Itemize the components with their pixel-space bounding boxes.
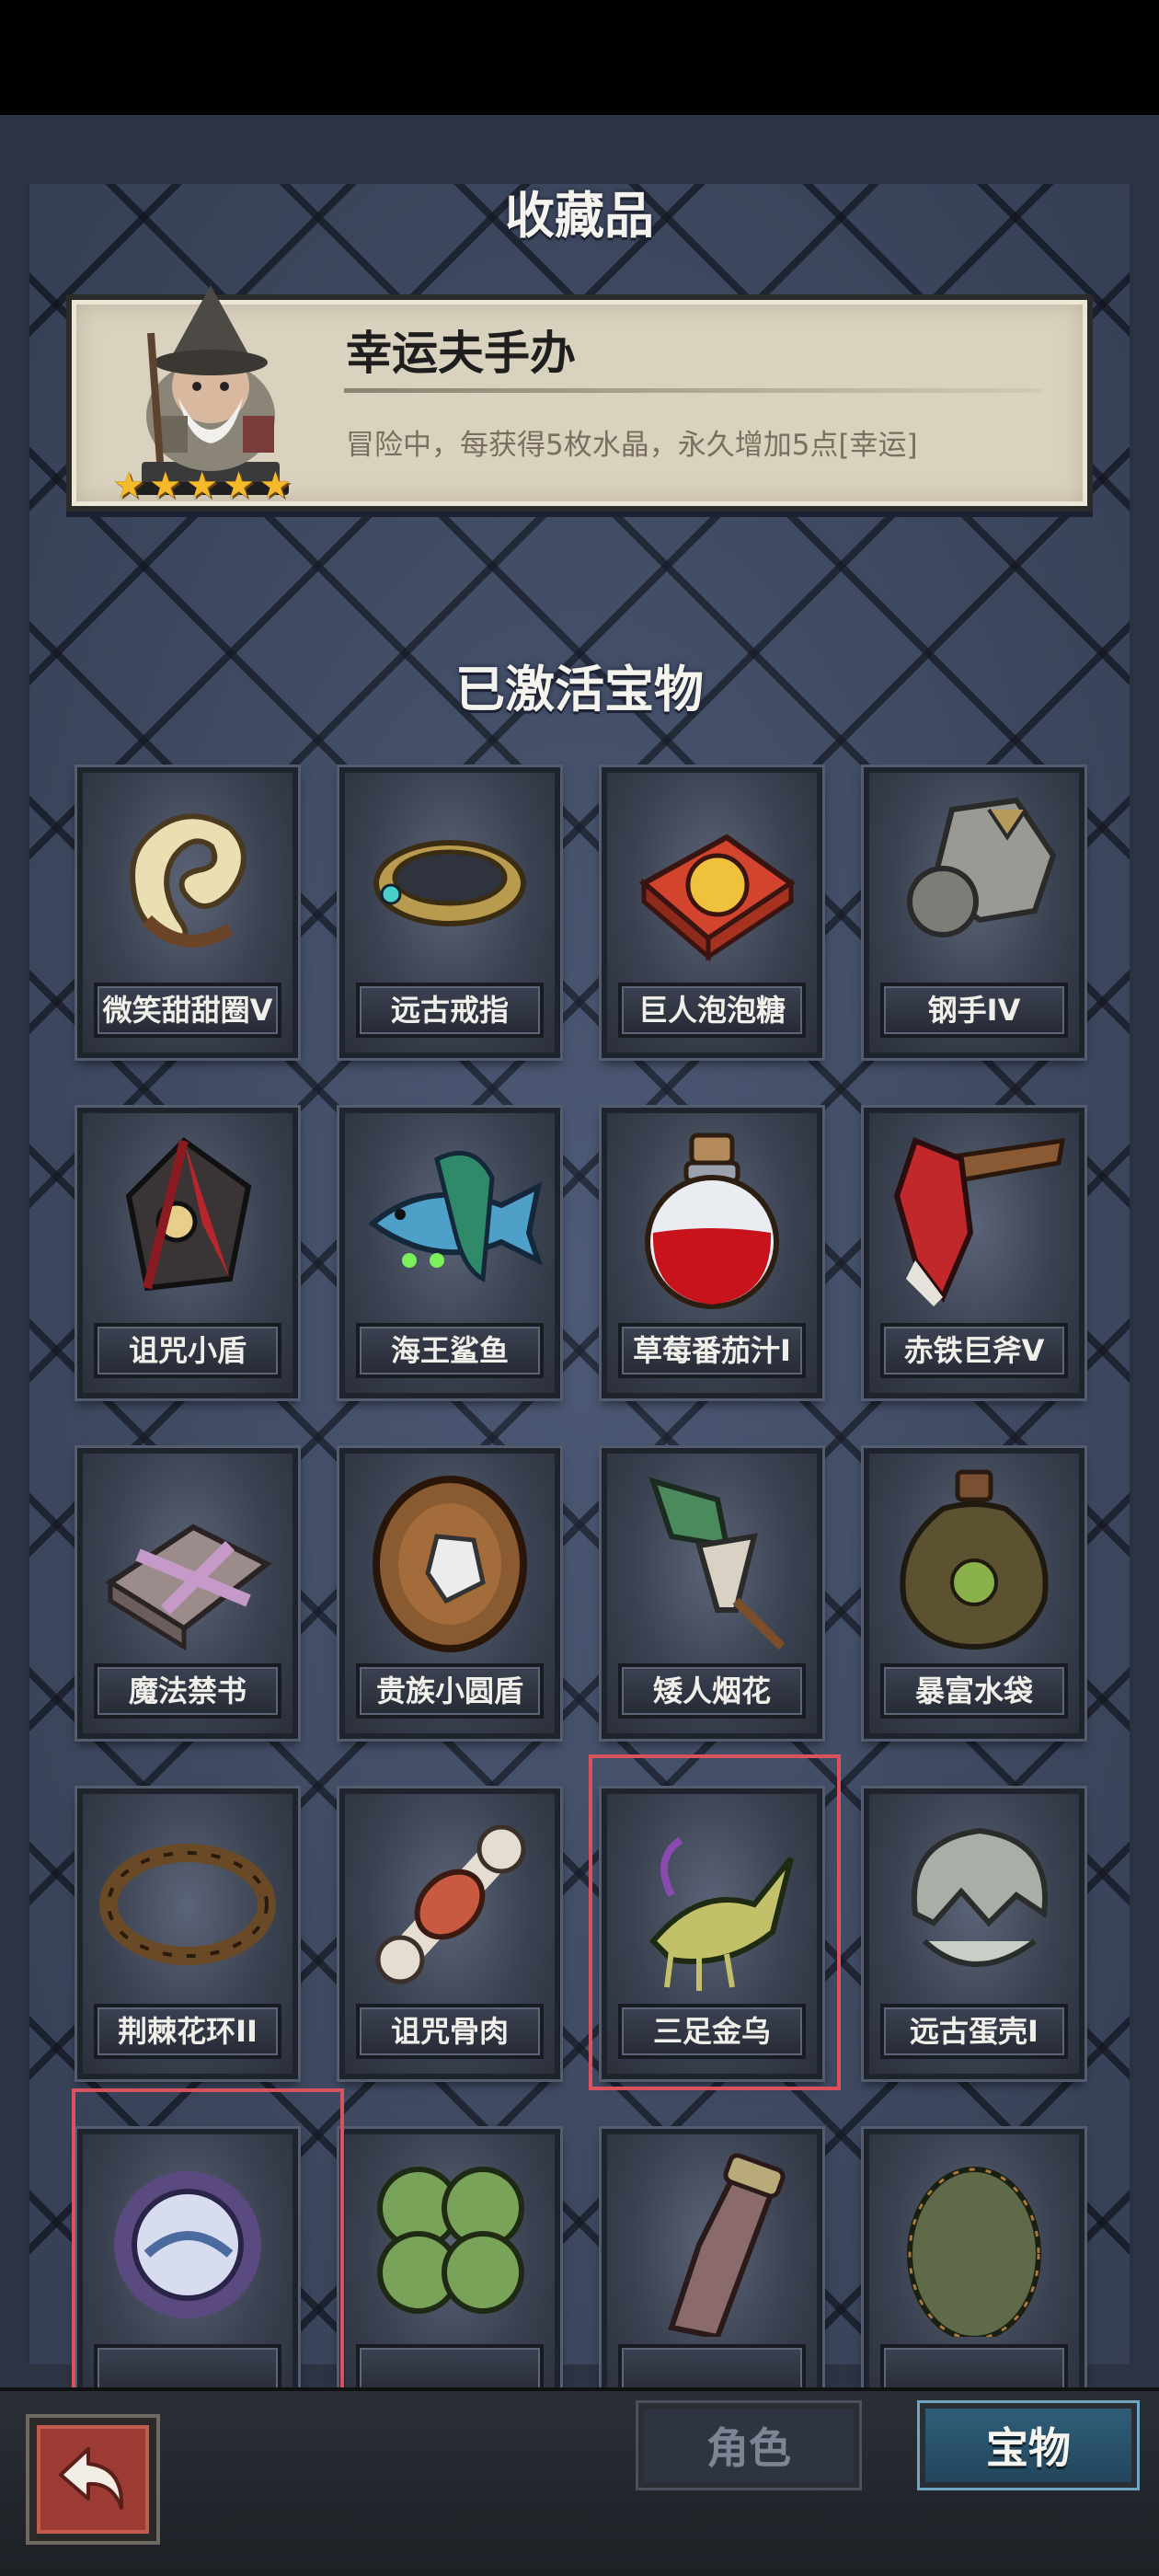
- treasure-label: 微笑甜甜圈V: [94, 983, 281, 1038]
- star-icon: ★: [148, 465, 182, 507]
- treasure-label: 赤铁巨斧V: [880, 1323, 1068, 1378]
- treasure-card[interactable]: 暴富水袋: [864, 1448, 1084, 1739]
- treasure-label: 暴富水袋: [880, 1663, 1068, 1719]
- crystal-orb-icon: [114, 2171, 261, 2318]
- star-icon: ★: [222, 465, 256, 507]
- gum-box-icon: [638, 834, 797, 962]
- treasure-label: 巨人泡泡糖: [618, 983, 806, 1038]
- treasure-label: 诅咒骨肉: [356, 2004, 544, 2059]
- treasure-card[interactable]: 荆棘花环II: [77, 1788, 298, 2079]
- golden-crow-icon: [648, 1836, 794, 1991]
- treasure-card[interactable]: 贵族小圆盾: [339, 1448, 560, 1739]
- treasure-card[interactable]: [339, 2129, 560, 2420]
- treasure-label: 三足金乌: [618, 2004, 806, 2059]
- back-arrow-icon: [59, 2447, 124, 2510]
- ring-icon: [373, 840, 526, 926]
- treasure-card[interactable]: 诅咒骨肉: [339, 1788, 560, 2079]
- treasure-card[interactable]: 草莓番茄汁I: [602, 1108, 822, 1398]
- donut-icon: [130, 813, 247, 948]
- star-icon: ★: [258, 465, 293, 507]
- bone-meat-icon: [375, 1824, 526, 1984]
- tab-role[interactable]: 角色: [638, 2403, 859, 2488]
- treasure-card[interactable]: [864, 2129, 1084, 2420]
- back-button[interactable]: [29, 2418, 156, 2541]
- page-title: 收藏品: [505, 187, 654, 245]
- treasure-label: 远古戒指: [356, 983, 544, 1038]
- treasure-label: 草莓番茄汁I: [618, 1323, 806, 1378]
- treasure-card[interactable]: 远古蛋壳I: [864, 1788, 1084, 2079]
- treasure-card[interactable]: 微笑甜甜圈V: [77, 767, 298, 1058]
- treasure-label: 远古蛋壳I: [880, 2004, 1068, 2059]
- rating-stars: ★ ★ ★ ★ ★: [112, 467, 292, 504]
- firework-icon: [648, 1477, 786, 1650]
- treasure-label: 贵族小圆盾: [356, 1663, 544, 1719]
- treasure-card[interactable]: 矮人烟花: [602, 1448, 822, 1739]
- steel-gauntlet-icon: [907, 797, 1057, 937]
- treasure-card[interactable]: 魔法禁书: [77, 1448, 298, 1739]
- round-shield-icon: [373, 1476, 527, 1652]
- shark-icon: [368, 1150, 544, 1282]
- treasure-card[interactable]: [77, 2129, 298, 2420]
- cursed-shield-icon: [125, 1137, 252, 1292]
- treasure-label: 钢手IV: [880, 983, 1068, 1038]
- treasure-label: 矮人烟花: [618, 1663, 806, 1719]
- featured-description: 冒险中，每获得5枚水晶，永久增加5点[幸运]: [346, 429, 918, 462]
- axe-icon: [893, 1137, 1066, 1306]
- treasure-card[interactable]: 远古戒指: [339, 767, 560, 1058]
- water-pouch-icon: [900, 1469, 1049, 1650]
- treasure-label: 诅咒小盾: [94, 1323, 281, 1378]
- screen: 收藏品 ★ ★ ★ ★ ★ 幸运夫手办 冒险中，每获得5枚水晶，永久增加5点[幸…: [0, 0, 1159, 2576]
- featured-collectible-card[interactable]: ★ ★ ★ ★ ★ 幸运夫手办 冒险中，每获得5枚水晶，永久增加5点[幸运]: [66, 285, 1093, 512]
- treasure-label: 海王鲨鱼: [356, 1323, 544, 1378]
- treasure-card[interactable]: 赤铁巨斧V: [864, 1108, 1084, 1398]
- treasure-card[interactable]: [602, 2129, 822, 2420]
- treasure-card[interactable]: 诅咒小盾: [77, 1108, 298, 1398]
- potion-flask-icon: [645, 1133, 779, 1309]
- star-icon: ★: [112, 465, 145, 507]
- tab-treasure[interactable]: 宝物: [920, 2403, 1137, 2488]
- treasure-label: 荆棘花环II: [94, 2004, 281, 2059]
- dragon-egg-icon: [907, 2167, 1041, 2337]
- clover-icon: [377, 2167, 524, 2314]
- active-treasures-title: 已激活宝物: [455, 661, 704, 719]
- featured-name: 幸运夫手办: [346, 327, 576, 380]
- treasure-label: 魔法禁书: [94, 1663, 281, 1719]
- eggshell-icon: [911, 1827, 1049, 1967]
- treasure-card[interactable]: 巨人泡泡糖: [602, 767, 822, 1058]
- treasure-card[interactable]: 海王鲨鱼: [339, 1108, 560, 1398]
- forbidden-book-icon: [105, 1524, 272, 1651]
- divider: [344, 388, 1043, 393]
- thorn-wreath-icon: [99, 1844, 276, 1965]
- treasure-card[interactable]: 三足金乌: [602, 1788, 822, 2079]
- treasure-card[interactable]: 钢手IV: [864, 767, 1084, 1058]
- star-icon: ★: [185, 465, 219, 507]
- giant-finger-icon: [668, 2153, 786, 2337]
